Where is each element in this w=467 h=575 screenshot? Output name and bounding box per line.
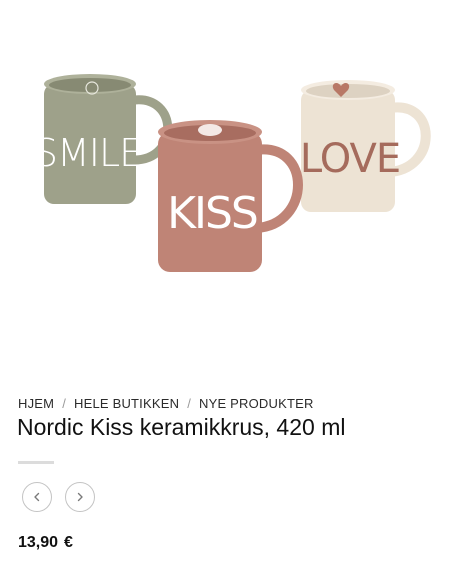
breadcrumb-new-products[interactable]: NYE PRODUKTER <box>199 396 314 411</box>
chevron-left-icon <box>34 492 40 502</box>
previous-product-button[interactable] <box>22 482 52 512</box>
price-amount: 13,90 <box>18 534 59 551</box>
product-image[interactable]: SMILE LOVE KISS <box>0 0 467 385</box>
next-product-button[interactable] <box>65 482 95 512</box>
kiss-mug: KISS <box>158 120 303 272</box>
love-mug: LOVE <box>300 80 431 212</box>
chevron-right-icon <box>77 492 83 502</box>
breadcrumb-separator: / <box>62 396 67 411</box>
breadcrumb-separator: / <box>187 396 192 411</box>
mugs-illustration: SMILE LOVE KISS <box>34 74 431 272</box>
breadcrumb-home[interactable]: HJEM <box>18 396 54 411</box>
svg-text:LOVE: LOVE <box>300 136 400 182</box>
svg-text:KISS: KISS <box>167 188 257 239</box>
breadcrumb: HJEM / HELE BUTIKKEN / NYE PRODUKTER <box>18 396 314 411</box>
product-title: Nordic Kiss keramikkrus, 420 ml <box>17 414 346 440</box>
breadcrumb-all-products[interactable]: HELE BUTIKKEN <box>74 396 179 411</box>
title-divider <box>18 461 54 464</box>
product-price: 13,90 € <box>18 534 73 552</box>
smile-mug: SMILE <box>34 74 173 204</box>
price-currency: € <box>64 534 73 551</box>
svg-text:SMILE: SMILE <box>34 131 142 175</box>
